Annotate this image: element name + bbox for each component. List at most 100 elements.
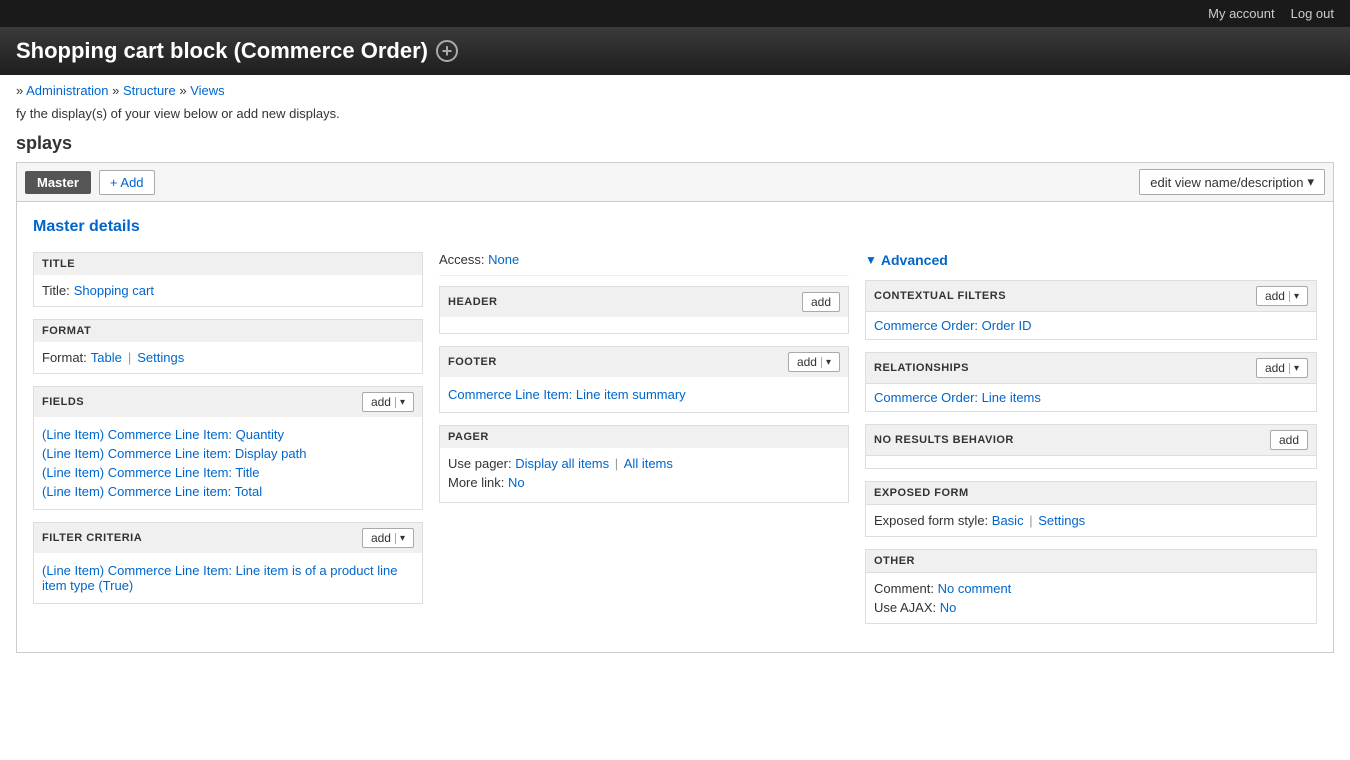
relationships-add-arrow[interactable]: ▾ [1289, 363, 1299, 374]
footer-add-arrow[interactable]: ▾ [821, 357, 831, 368]
relationships-body: Commerce Order: Line items [865, 383, 1317, 412]
main-content: Master details TITLE Title: Shopping car… [16, 201, 1334, 653]
access-value-link[interactable]: None [488, 252, 519, 267]
displays-heading: splays [16, 133, 1334, 154]
breadcrumb-views[interactable]: Views [190, 83, 224, 98]
filter-criteria-header: FILTER CRITERIA add ▾ [34, 523, 422, 553]
field-link-0[interactable]: (Line Item) Commerce Line Item: Quantity [42, 427, 284, 442]
ajax-row: Use AJAX: No [874, 598, 1308, 617]
list-item: (Line Item) Commerce Line item: Total [42, 482, 414, 501]
exposed-form-style-row: Exposed form style: Basic | Settings [874, 511, 1308, 530]
fields-add-arrow[interactable]: ▾ [395, 397, 405, 408]
relationships-add-group: add ▾ [1256, 358, 1308, 378]
field-link-2[interactable]: (Line Item) Commerce Line Item: Title [42, 465, 259, 480]
fields-add-button[interactable]: add ▾ [362, 392, 414, 412]
header-section: HEADER add [439, 286, 849, 334]
add-page-icon[interactable]: + [436, 40, 458, 62]
list-item: (Line Item) Commerce Line Item: Quantity [42, 425, 414, 444]
filter-add-button[interactable]: add ▾ [362, 528, 414, 548]
exposed-form-body: Exposed form style: Basic | Settings [865, 504, 1317, 537]
filter-add-arrow[interactable]: ▾ [395, 533, 405, 544]
advanced-label: Advanced [881, 252, 948, 268]
relationships-label: RELATIONSHIPS [874, 362, 969, 374]
format-label: FORMAT [42, 325, 91, 337]
contextual-filters-header: CONTEXTUAL FILTERS add ▾ [865, 280, 1317, 311]
other-body: Comment: No comment Use AJAX: No [865, 572, 1317, 624]
left-column: TITLE Title: Shopping cart FORMAT [33, 252, 423, 616]
field-link-1[interactable]: (Line Item) Commerce Line item: Display … [42, 446, 306, 461]
relationship-item[interactable]: Commerce Order: Line items [874, 390, 1041, 405]
page-title-bar: Shopping cart block (Commerce Order) + [0, 27, 1350, 75]
filter-criteria-body: (Line Item) Commerce Line Item: Line ite… [34, 553, 422, 603]
my-account-link[interactable]: My account [1208, 6, 1274, 21]
exposed-settings-link[interactable]: Settings [1038, 513, 1085, 528]
fields-add-group: add ▾ [362, 392, 414, 412]
pager-label: PAGER [448, 431, 489, 443]
pager-section-body: Use pager: Display all items | All items… [440, 448, 848, 502]
filter-add-group: add ▾ [362, 528, 414, 548]
format-prefix-label: Format: [42, 350, 87, 365]
fields-section-body: (Line Item) Commerce Line Item: Quantity… [34, 417, 422, 509]
header-add-button[interactable]: add [802, 292, 840, 312]
exposed-form-section: EXPOSED FORM Exposed form style: Basic |… [865, 481, 1317, 537]
pager-section: PAGER Use pager: Display all items | All… [439, 425, 849, 503]
display-all-link[interactable]: Display all items [515, 456, 609, 471]
no-results-add-button[interactable]: add [1270, 430, 1308, 450]
more-link-row: More link: No [448, 475, 840, 490]
middle-column: Access: None HEADER add FO [439, 252, 849, 515]
breadcrumb-structure[interactable]: Structure [123, 83, 176, 98]
ajax-value[interactable]: No [940, 600, 957, 615]
chevron-down-icon: ▾ [1307, 174, 1314, 190]
breadcrumb-administration[interactable]: Administration [26, 83, 108, 98]
other-header: OTHER [865, 549, 1317, 572]
footer-label: FOOTER [448, 356, 497, 368]
filter-link-0[interactable]: (Line Item) Commerce Line Item: Line ite… [42, 563, 397, 593]
top-bar: My account Log out [0, 0, 1350, 27]
exposed-style-label: Exposed form style: [874, 513, 988, 528]
contextual-add-button[interactable]: add ▾ [1256, 286, 1308, 306]
more-link-value[interactable]: No [508, 475, 525, 490]
list-item: (Line Item) Commerce Line Item: Title [42, 463, 414, 482]
master-details-heading: Master details [33, 218, 1317, 236]
exposed-style-value[interactable]: Basic [992, 513, 1024, 528]
master-tab[interactable]: Master [25, 171, 91, 194]
page-description: fy the display(s) of your view below or … [0, 102, 1350, 133]
contextual-add-arrow[interactable]: ▾ [1289, 291, 1299, 302]
footer-section-header: FOOTER add ▾ [440, 347, 848, 377]
add-display-button[interactable]: + Add [99, 170, 155, 195]
format-section: FORMAT Format: Table | Settings [33, 319, 423, 374]
comment-value[interactable]: No comment [938, 581, 1012, 596]
title-prefix-label: Title: [42, 283, 70, 298]
filter-criteria-section: FILTER CRITERIA add ▾ (Line Item) Commer… [33, 522, 423, 604]
field-link-3[interactable]: (Line Item) Commerce Line item: Total [42, 484, 262, 499]
displays-section: splays Master + Add edit view name/descr… [0, 133, 1350, 669]
relationships-header: RELATIONSHIPS add ▾ [865, 352, 1317, 383]
format-value-link[interactable]: Table [91, 350, 122, 365]
no-results-label: NO RESULTS BEHAVIOR [874, 434, 1014, 446]
breadcrumb: » Administration » Structure » Views [0, 75, 1350, 102]
contextual-filters-label: CONTEXTUAL FILTERS [874, 290, 1006, 302]
format-section-body: Format: Table | Settings [34, 342, 422, 373]
access-row: Access: None [439, 252, 849, 276]
log-out-link[interactable]: Log out [1291, 6, 1334, 21]
contextual-filter-item[interactable]: Commerce Order: Order ID [874, 318, 1031, 333]
title-section-header: TITLE [34, 253, 422, 275]
pager-section-header: PAGER [440, 426, 848, 448]
other-label: OTHER [874, 555, 915, 567]
use-pager-label: Use pager: [448, 456, 512, 471]
relationships-section: RELATIONSHIPS add ▾ Commerce Order: Line… [865, 352, 1317, 412]
three-col-layout: TITLE Title: Shopping cart FORMAT [33, 252, 1317, 636]
footer-item-link[interactable]: Commerce Line Item: Line item summary [448, 387, 686, 402]
fields-section-header: FIELDS add ▾ [34, 387, 422, 417]
title-value-link[interactable]: Shopping cart [74, 283, 154, 298]
contextual-filters-section: CONTEXTUAL FILTERS add ▾ Commerce Order:… [865, 280, 1317, 340]
footer-add-button[interactable]: add ▾ [788, 352, 840, 372]
format-pipe: | [128, 350, 131, 365]
all-items-link[interactable]: All items [624, 456, 673, 471]
display-toolbar-left: Master + Add [25, 170, 155, 195]
edit-view-button[interactable]: edit view name/description ▾ [1139, 169, 1325, 195]
title-section: TITLE Title: Shopping cart [33, 252, 423, 307]
more-link-label: More link: [448, 475, 504, 490]
format-settings-link[interactable]: Settings [137, 350, 184, 365]
relationships-add-button[interactable]: add ▾ [1256, 358, 1308, 378]
